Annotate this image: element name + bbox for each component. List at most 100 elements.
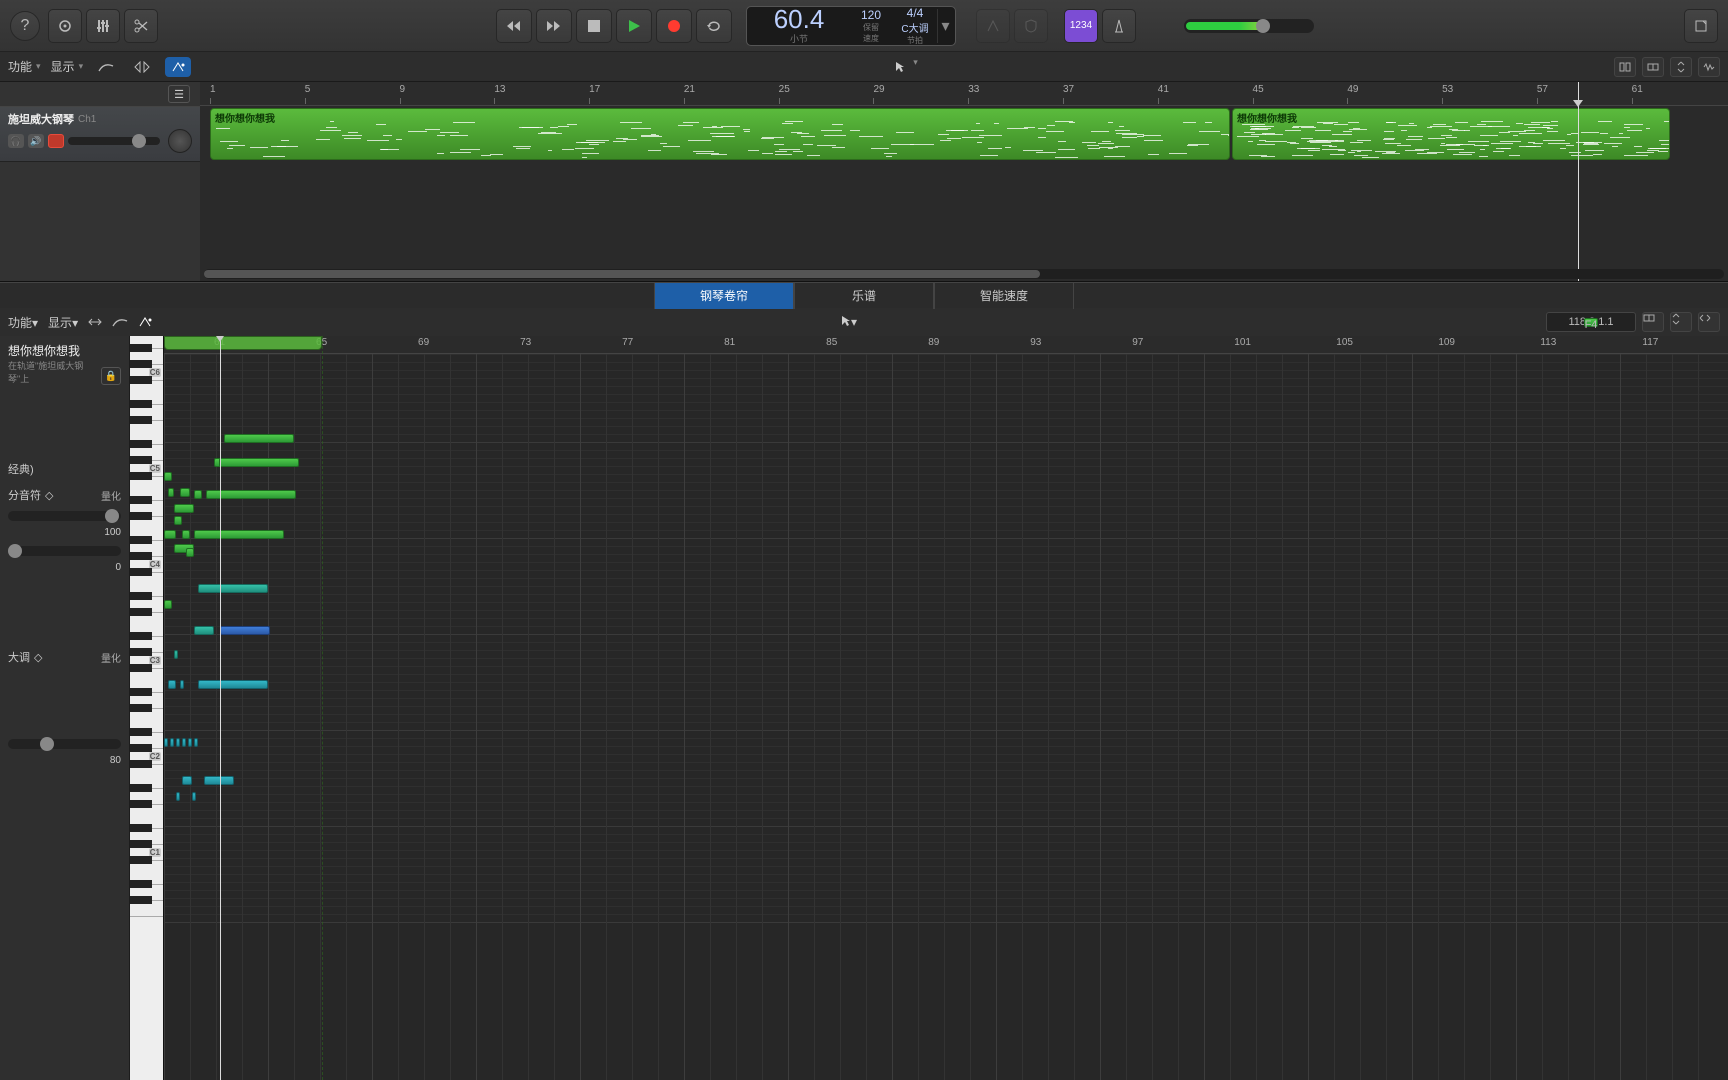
- solo-button[interactable]: 🔊: [28, 134, 44, 148]
- track-volume-fader[interactable]: [68, 137, 160, 145]
- velocity-slider[interactable]: [8, 739, 121, 749]
- playhead[interactable]: [1578, 82, 1579, 281]
- midi-region[interactable]: 想你想你想我: [210, 108, 1230, 160]
- chevron-updown-icon[interactable]: ◇: [34, 651, 42, 664]
- flex-icon[interactable]: [129, 57, 155, 77]
- piano-keyboard[interactable]: C6C5C4C3C2C1: [130, 336, 164, 1080]
- pr-view-menu[interactable]: 显示▾: [48, 314, 78, 331]
- snap-button[interactable]: [1614, 57, 1636, 77]
- midi-note[interactable]: [198, 680, 268, 689]
- midi-note[interactable]: [194, 490, 202, 499]
- tab-smart-tempo[interactable]: 智能速度: [934, 283, 1074, 309]
- info-display[interactable]: F4118.3.1.1: [1546, 312, 1636, 332]
- slider-thumb[interactable]: [105, 509, 119, 523]
- note-grid[interactable]: [164, 354, 1728, 1080]
- piano-roll-grid[interactable]: 61656973778185899397101105109113117: [164, 336, 1728, 1080]
- midi-note[interactable]: [164, 472, 172, 481]
- midi-note[interactable]: [182, 776, 192, 785]
- tab-score[interactable]: 乐谱: [794, 283, 934, 309]
- add-track-button[interactable]: ☰: [168, 85, 190, 103]
- collapse-icon[interactable]: [88, 317, 102, 327]
- time-quantize-value[interactable]: 分音符: [8, 487, 41, 503]
- fader-thumb[interactable]: [132, 134, 146, 148]
- play-button[interactable]: [616, 9, 652, 43]
- chevron-updown-icon[interactable]: ◇: [45, 489, 53, 502]
- count-in-button[interactable]: 1234: [1064, 9, 1098, 43]
- mixer-button[interactable]: [86, 9, 120, 43]
- midi-note[interactable]: [174, 650, 178, 659]
- midi-note[interactable]: [168, 680, 176, 689]
- midi-note[interactable]: [168, 488, 174, 497]
- pan-knob[interactable]: [168, 129, 192, 153]
- tab-piano-roll[interactable]: 钢琴卷帘: [654, 283, 794, 309]
- vzoom-button[interactable]: [1670, 312, 1692, 332]
- midi-out-icon[interactable]: [138, 316, 152, 328]
- link-button[interactable]: [1642, 57, 1664, 77]
- midi-note[interactable]: [170, 738, 174, 747]
- master-volume[interactable]: [1184, 19, 1314, 33]
- midi-note[interactable]: [174, 516, 182, 525]
- piano-roll-playhead[interactable]: [220, 336, 221, 1080]
- lcd-display[interactable]: 60.4 小节 120 保留 速度 4/4 C大调 节拍 ▾: [746, 6, 956, 46]
- vzoom-button[interactable]: [1670, 57, 1692, 77]
- midi-note[interactable]: [164, 738, 168, 747]
- scale-value[interactable]: 大调: [8, 649, 30, 665]
- midi-region[interactable]: 想你想你想我: [1232, 108, 1670, 160]
- stop-button[interactable]: [576, 9, 612, 43]
- func-menu[interactable]: 功能▾: [8, 58, 41, 75]
- cycle-button[interactable]: [696, 9, 732, 43]
- pr-func-menu[interactable]: 功能▾: [8, 314, 38, 331]
- chevron-down-icon[interactable]: ▾: [851, 315, 857, 329]
- midi-note[interactable]: [204, 776, 234, 785]
- arrange-content[interactable]: 15913172125293337414549535761 想你想你想我想你想你…: [200, 82, 1728, 281]
- hzoom-button[interactable]: [1698, 312, 1720, 332]
- settings-button[interactable]: [48, 9, 82, 43]
- slider-thumb[interactable]: [8, 544, 22, 558]
- pointer-tool[interactable]: [887, 57, 913, 77]
- record-enable-button[interactable]: [48, 134, 64, 148]
- shield-button[interactable]: [1014, 9, 1048, 43]
- volume-thumb[interactable]: [1256, 19, 1270, 33]
- midi-note[interactable]: [182, 530, 190, 539]
- midi-out-icon[interactable]: [165, 57, 191, 77]
- midi-note[interactable]: [219, 458, 299, 467]
- help-button[interactable]: ?: [10, 11, 40, 41]
- midi-note[interactable]: [192, 792, 196, 801]
- region-lane[interactable]: 想你想你想我想你想你想我: [200, 106, 1728, 162]
- q-strength-slider[interactable]: [8, 511, 121, 521]
- midi-note[interactable]: [186, 548, 194, 557]
- midi-note[interactable]: [198, 584, 268, 593]
- tuner-button[interactable]: [976, 9, 1010, 43]
- bar-ruler[interactable]: 15913172125293337414549535761: [200, 82, 1728, 106]
- waveform-zoom-button[interactable]: [1698, 57, 1720, 77]
- midi-note[interactable]: [220, 626, 270, 635]
- pointer-tool[interactable]: [841, 315, 851, 329]
- forward-button[interactable]: [536, 9, 572, 43]
- record-button[interactable]: [656, 9, 692, 43]
- view-menu[interactable]: 显示▾: [51, 58, 84, 75]
- midi-note[interactable]: [164, 530, 176, 539]
- horizontal-scrollbar[interactable]: [204, 269, 1724, 279]
- track-header[interactable]: 施坦威大钢琴 Ch1 🎧 🔊: [0, 106, 200, 162]
- notepad-button[interactable]: [1684, 9, 1718, 43]
- lcd-expand-icon[interactable]: ▾: [937, 9, 953, 43]
- chevron-down-icon[interactable]: ▾: [913, 57, 918, 77]
- midi-note[interactable]: [224, 434, 294, 443]
- rewind-button[interactable]: [496, 9, 532, 43]
- midi-note[interactable]: [194, 626, 214, 635]
- scrollbar-thumb[interactable]: [204, 270, 1040, 278]
- swing-slider[interactable]: [8, 546, 121, 556]
- midi-note[interactable]: [176, 792, 180, 801]
- scissors-button[interactable]: [124, 9, 158, 43]
- metronome-button[interactable]: [1102, 9, 1136, 43]
- midi-note[interactable]: [176, 738, 180, 747]
- midi-note[interactable]: [180, 680, 184, 689]
- automation-curve-icon[interactable]: [93, 57, 119, 77]
- midi-note[interactable]: [164, 600, 172, 609]
- midi-note[interactable]: [188, 738, 192, 747]
- midi-note[interactable]: [194, 530, 284, 539]
- catch-button[interactable]: [1642, 312, 1664, 332]
- lock-button[interactable]: 🔒: [101, 367, 121, 385]
- midi-note[interactable]: [194, 738, 198, 747]
- midi-note[interactable]: [174, 504, 194, 513]
